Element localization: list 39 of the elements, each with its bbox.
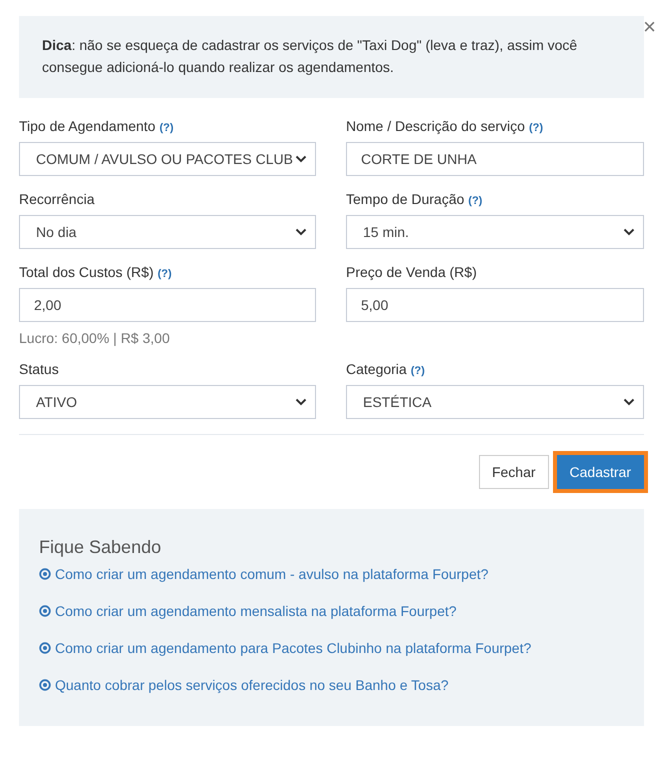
help-link[interactable]: (?) xyxy=(159,122,174,134)
field-label: Tempo de Duração xyxy=(346,191,464,207)
select-field[interactable]: ATIVO xyxy=(19,385,316,419)
field-label: Status xyxy=(19,361,59,377)
field-label: Nome / Descrição do serviço xyxy=(346,118,525,134)
help-link[interactable]: (?) xyxy=(468,195,482,207)
help-article-link[interactable]: Como criar um agendamento mensalista na plataforma Fourpet? xyxy=(39,603,624,619)
field-label: Categoria xyxy=(346,361,407,377)
close-button[interactable]: × xyxy=(641,16,658,38)
profit-text: Lucro: 60,00% | R$ 3,00 xyxy=(19,330,171,346)
field-label: Tipo de Agendamento xyxy=(19,118,156,134)
chevron-down-icon xyxy=(295,155,307,163)
input-field[interactable]: 5,00 xyxy=(346,288,644,322)
input-field[interactable]: CORTE DE UNHA xyxy=(346,142,644,176)
help-article-link[interactable]: Como criar um agendamento para Pacotes Clubinho na plataforma Fourpet? xyxy=(39,640,624,656)
dot-circle-icon xyxy=(39,642,51,654)
tip-text: Dica: não se esqueça de cadastrar os serviços de "Taxi Dog" (leva e traz), assim você consegue adicioná-lo quando realizar os agendamentos. xyxy=(42,36,578,77)
chevron-down-icon xyxy=(295,398,307,406)
chevron-down-icon xyxy=(623,228,635,236)
field-label: Preço de Venda (R$) xyxy=(346,264,477,280)
select-field[interactable]: ESTÉTICA xyxy=(346,385,644,419)
help-link[interactable]: (?) xyxy=(528,122,543,134)
dot-circle-icon xyxy=(39,568,51,580)
help-link[interactable]: (?) xyxy=(410,365,425,377)
help-article-link[interactable]: Quanto cobrar pelos serviços oferecidos no seu Banho e Tosa? xyxy=(39,677,624,693)
help-article-link[interactable]: Como criar um agendamento comum - avulso na plataforma Fourpet? xyxy=(39,566,624,582)
section-title: Fique Sabendo xyxy=(39,537,162,558)
close-button[interactable]: Fechar xyxy=(478,455,549,489)
dot-circle-icon xyxy=(39,679,51,691)
select-field[interactable]: No dia xyxy=(19,215,316,249)
select-field[interactable]: COMUM / AVULSO OU PACOTES CLUB xyxy=(19,142,316,176)
chevron-down-icon xyxy=(295,228,307,236)
field-label: Total dos Custos (R$) xyxy=(19,264,154,280)
chevron-down-icon xyxy=(623,398,635,406)
input-field[interactable]: 2,00 xyxy=(19,288,316,322)
field-label: Recorrência xyxy=(19,191,94,207)
select-field[interactable]: 15 min. xyxy=(346,215,644,249)
help-link[interactable]: (?) xyxy=(158,268,172,280)
dot-circle-icon xyxy=(39,605,51,617)
